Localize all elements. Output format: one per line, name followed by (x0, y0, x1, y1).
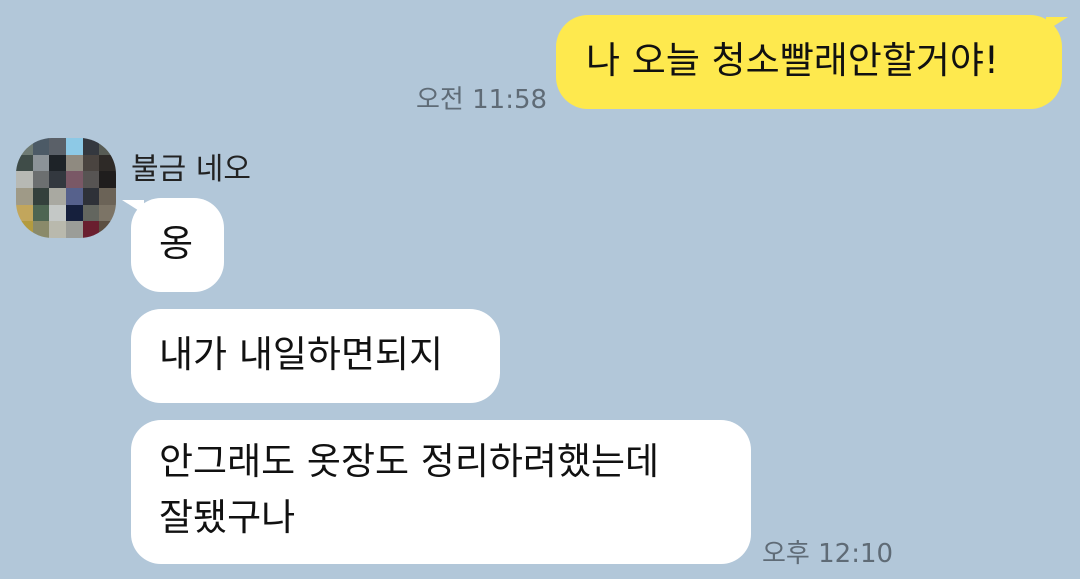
incoming-message-text: 내가 내일하면되지 (159, 333, 444, 376)
incoming-message-line: 안그래도 옷장도 정리하려했는데 (159, 440, 660, 483)
sender-avatar[interactable] (16, 138, 116, 238)
incoming-message-bubble[interactable]: 옹 (131, 198, 224, 292)
incoming-message-bubble[interactable]: 안그래도 옷장도 정리하려했는데 잘됐구나 (131, 420, 751, 564)
incoming-message-bubble[interactable]: 내가 내일하면되지 (131, 309, 500, 403)
my-message-text: 나 오늘 청소빨래안할거야! (586, 39, 999, 82)
incoming-message-tail (122, 200, 144, 214)
my-message-time: 오전 11:58 (416, 85, 548, 115)
incoming-message-time: 오후 12:10 (762, 539, 894, 569)
my-message-bubble[interactable]: 나 오늘 청소빨래안할거야! (556, 15, 1062, 109)
my-message-tail (1046, 17, 1068, 31)
incoming-message-line: 잘됐구나 (159, 496, 296, 539)
incoming-message-text: 옹 (159, 222, 194, 265)
sender-name: 불금 네오 (131, 152, 251, 187)
